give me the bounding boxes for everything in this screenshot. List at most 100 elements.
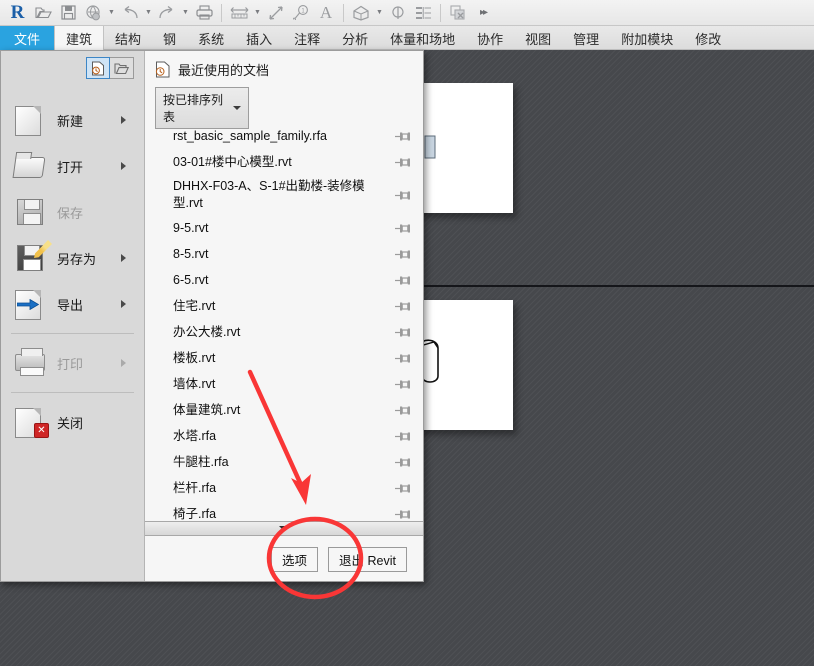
pin-icon[interactable] (389, 223, 411, 234)
file-menu-item-open[interactable]: 打开 (1, 143, 144, 189)
ribbon-tab-view[interactable]: 视图 (514, 26, 562, 50)
aligned-dimension-icon[interactable] (264, 1, 288, 25)
ribbon-tab-strip[interactable]: 文件 建筑 结构 钢 系统 插入 注释 分析 体量和场地 协作 视图 管理 附加… (0, 26, 814, 50)
file-menu-item-close[interactable]: ✕ 关闭 (1, 399, 144, 445)
recent-document-row[interactable]: 栏杆.rfa (145, 475, 423, 501)
pin-icon[interactable] (389, 483, 411, 494)
print-icon[interactable] (192, 1, 216, 25)
section-icon[interactable] (386, 1, 410, 25)
recent-document-row[interactable]: 墙体.rvt (145, 371, 423, 397)
pin-icon[interactable] (389, 301, 411, 312)
sync-icon[interactable] (81, 1, 105, 25)
measure-icon[interactable] (227, 1, 251, 25)
text-icon[interactable]: A (314, 1, 338, 25)
ribbon-tab-analyze[interactable]: 分析 (331, 26, 379, 50)
ribbon-tab-annotate[interactable]: 注释 (283, 26, 331, 50)
printer-icon (13, 346, 51, 380)
recent-document-name[interactable]: 水塔.rfa (173, 428, 389, 445)
recent-document-name[interactable]: 6-5.rvt (173, 272, 389, 289)
3d-view-caret-icon[interactable]: ▼ (374, 1, 385, 25)
file-menu-panel[interactable]: 新建 打开 保存 另存为 导 (0, 50, 424, 582)
pin-icon[interactable] (389, 379, 411, 390)
ribbon-tab-structure[interactable]: 结构 (104, 26, 152, 50)
pin-icon[interactable] (389, 327, 411, 338)
ribbon-tab-file[interactable]: 文件 (0, 26, 54, 50)
ribbon-tab-collaborate[interactable]: 协作 (466, 26, 514, 50)
recent-document-name[interactable]: 03-01#楼中心模型.rvt (173, 154, 389, 171)
recent-document-name[interactable]: 楼板.rvt (173, 350, 389, 367)
ribbon-tab-addins[interactable]: 附加模块 (610, 26, 684, 50)
thin-lines-icon[interactable] (411, 1, 435, 25)
recent-documents-list[interactable]: rst_basic_sample_family.rfa 03-01#楼中心模型.r… (145, 123, 423, 569)
open-documents-toggle[interactable] (110, 57, 134, 79)
recent-document-row[interactable]: 03-01#楼中心模型.rvt (145, 149, 423, 175)
recent-document-name[interactable]: 牛腿柱.rfa (173, 454, 389, 471)
pin-icon[interactable] (389, 275, 411, 286)
redo-icon[interactable] (155, 1, 179, 25)
file-menu-separator-2 (11, 392, 134, 393)
open-icon[interactable] (31, 1, 55, 25)
recent-document-name[interactable]: 椅子.rfa (173, 506, 389, 523)
ribbon-tab-architecture[interactable]: 建筑 (54, 26, 104, 50)
pin-icon[interactable] (389, 353, 411, 364)
recent-document-name[interactable]: 8-5.rvt (173, 246, 389, 263)
recent-document-name[interactable]: DHHX-F03-A、S-1#出勤楼-装修模型.rvt (173, 178, 389, 212)
file-menu-item-new[interactable]: 新建 (1, 97, 144, 143)
pin-icon[interactable] (389, 157, 411, 168)
file-menu-item-export[interactable]: 导出 (1, 281, 144, 327)
recent-document-name[interactable]: 栏杆.rfa (173, 480, 389, 497)
pin-icon[interactable] (389, 431, 411, 442)
export-icon (13, 287, 51, 321)
recent-document-row[interactable]: 水塔.rfa (145, 423, 423, 449)
undo-icon[interactable] (118, 1, 142, 25)
pin-icon[interactable] (389, 509, 411, 520)
overflow-icon[interactable]: ▸▸ (471, 1, 495, 25)
file-menu-label-close: 关闭 (57, 413, 83, 432)
tag-icon[interactable]: 1 (289, 1, 313, 25)
redo-caret-icon[interactable]: ▼ (180, 1, 191, 25)
save-icon[interactable] (56, 1, 80, 25)
recent-document-row[interactable]: rst_basic_sample_family.rfa (145, 123, 423, 149)
file-menu-label-save-as: 另存为 (57, 249, 96, 268)
recent-document-row[interactable]: 牛腿柱.rfa (145, 449, 423, 475)
exit-revit-button[interactable]: 退出 Revit (328, 547, 407, 572)
pin-icon[interactable] (389, 405, 411, 416)
quick-access-toolbar[interactable]: R ▼ ▼ ▼ ▼ 1 A ▼ ▸▸ (0, 0, 814, 26)
pin-icon[interactable] (389, 131, 411, 142)
partial-thumbnail-top (419, 118, 479, 178)
revit-logo-icon[interactable]: R (4, 3, 30, 22)
recent-document-row[interactable]: 8-5.rvt (145, 241, 423, 267)
recent-document-row[interactable]: 楼板.rvt (145, 345, 423, 371)
pin-icon[interactable] (389, 249, 411, 260)
recent-document-row[interactable]: DHHX-F03-A、S-1#出勤楼-装修模型.rvt (145, 175, 423, 215)
recent-documents-toggle[interactable] (86, 57, 110, 79)
ribbon-tab-steel[interactable]: 钢 (152, 26, 187, 50)
ribbon-tab-modify[interactable]: 修改 (684, 26, 732, 50)
recent-document-row[interactable]: 6-5.rvt (145, 267, 423, 293)
default-3d-view-icon[interactable] (349, 1, 373, 25)
document-view-toggle-group[interactable] (86, 57, 134, 79)
ribbon-tab-manage[interactable]: 管理 (562, 26, 610, 50)
close-hidden-windows-icon[interactable] (446, 1, 470, 25)
ribbon-tab-massing-site[interactable]: 体量和场地 (379, 26, 466, 50)
ribbon-tab-systems[interactable]: 系统 (187, 26, 235, 50)
recent-document-row[interactable]: 办公大楼.rvt (145, 319, 423, 345)
pin-icon[interactable] (389, 190, 411, 201)
pin-icon[interactable] (389, 457, 411, 468)
recent-document-name[interactable]: 体量建筑.rvt (173, 402, 389, 419)
recent-document-row[interactable]: 体量建筑.rvt (145, 397, 423, 423)
ribbon-tab-insert[interactable]: 插入 (235, 26, 283, 50)
recent-document-row[interactable]: 住宅.rvt (145, 293, 423, 319)
undo-caret-icon[interactable]: ▼ (143, 1, 154, 25)
recent-document-row[interactable]: 9-5.rvt (145, 215, 423, 241)
recent-document-name[interactable]: 住宅.rvt (173, 298, 389, 315)
recent-document-name[interactable]: 9-5.rvt (173, 220, 389, 237)
options-button[interactable]: 选项 (271, 547, 318, 572)
recent-document-name[interactable]: 办公大楼.rvt (173, 324, 389, 341)
file-menu-item-save-as[interactable]: 另存为 (1, 235, 144, 281)
recent-document-name[interactable]: 墙体.rvt (173, 376, 389, 393)
measure-caret-icon[interactable]: ▼ (252, 1, 263, 25)
sync-caret-icon[interactable]: ▼ (106, 1, 117, 25)
recent-documents-scroll-down[interactable] (145, 521, 423, 536)
recent-document-name[interactable]: rst_basic_sample_family.rfa (173, 128, 389, 145)
